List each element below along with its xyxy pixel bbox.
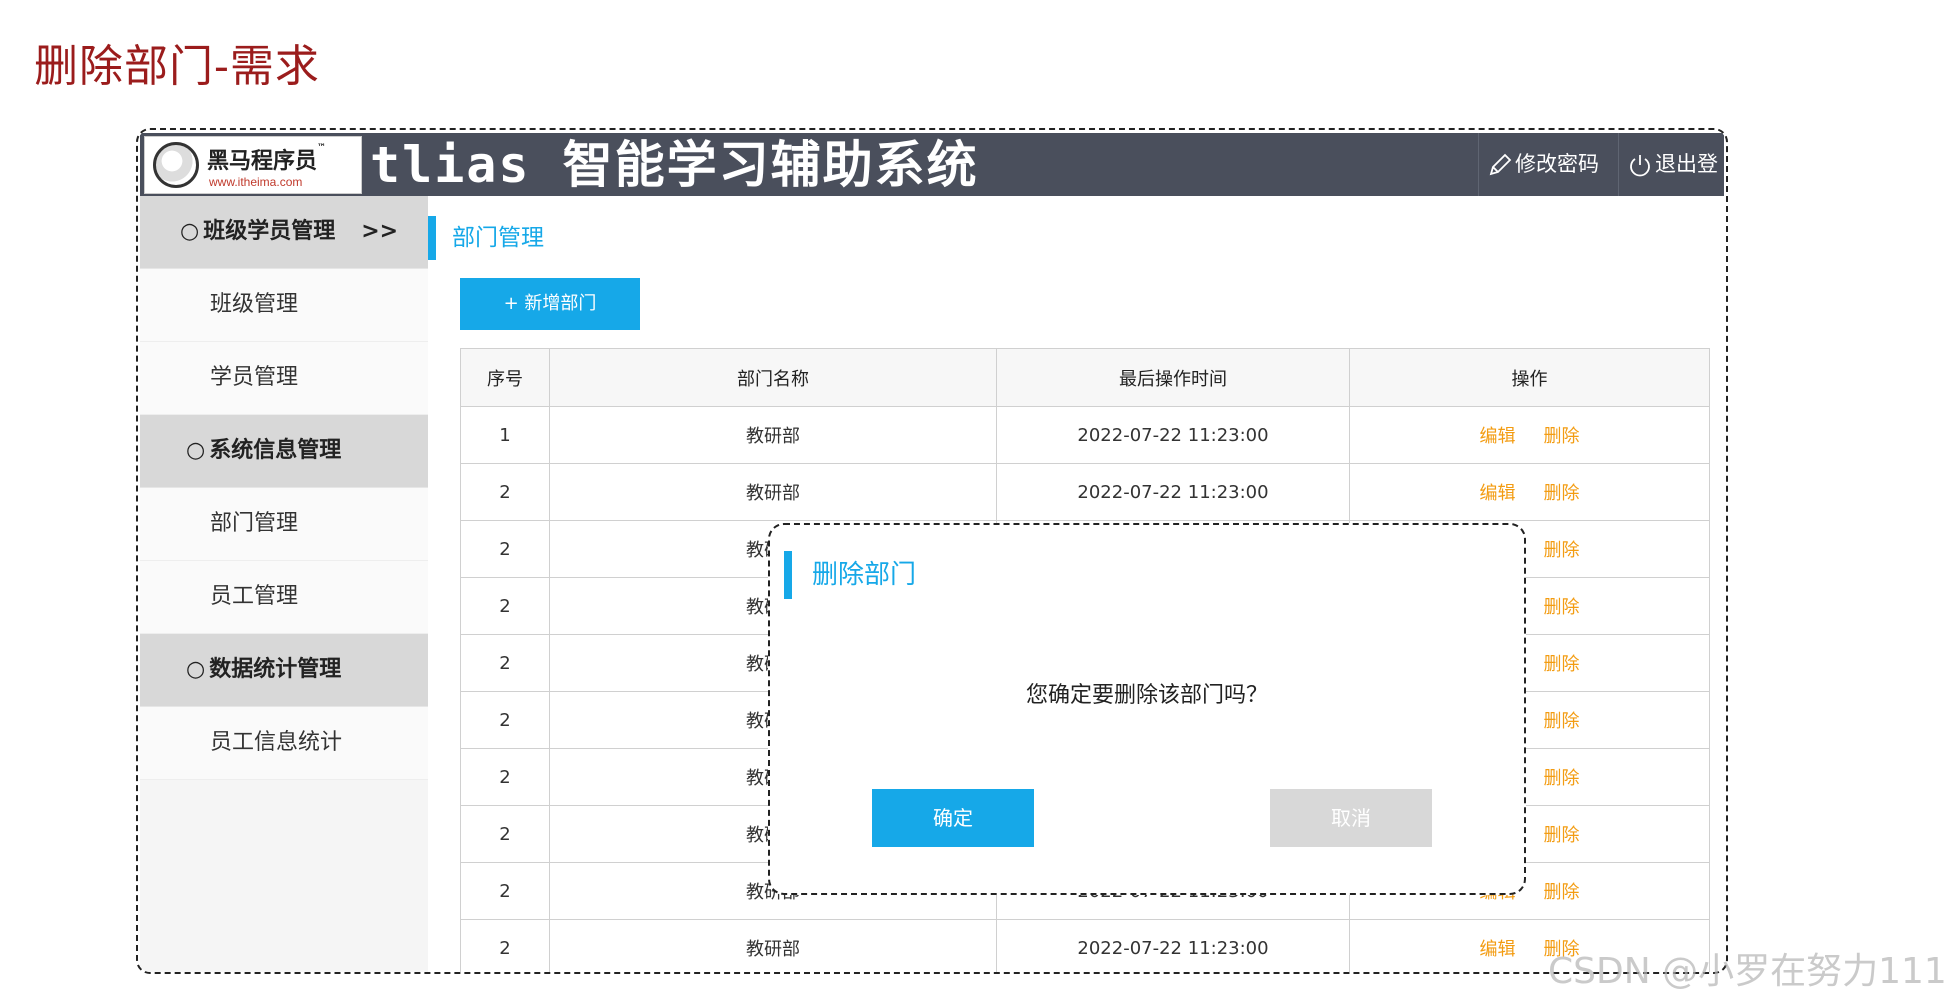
sidebar-group-system-info[interactable]: ○ 系统信息管理 <box>140 415 428 488</box>
column-header-no: 序号 <box>460 348 550 407</box>
expand-arrow-icon: >> <box>361 219 399 244</box>
dialog-message: 您确定要删除该部门吗？ <box>1025 683 1268 708</box>
logo-text: 黑马程序员™ <box>207 143 327 174</box>
delete-link[interactable]: 删除 <box>1544 711 1580 732</box>
bullet-icon: ○ <box>180 219 200 244</box>
cell-time: 2022-07-22 11:23:00 <box>996 463 1350 521</box>
delete-link[interactable]: 删除 <box>1544 540 1580 561</box>
edit-link[interactable]: 编辑 <box>1480 939 1516 960</box>
cell-name: 教研部 <box>549 919 997 972</box>
delete-link[interactable]: 删除 <box>1544 597 1580 618</box>
column-header-actions: 操作 <box>1349 348 1710 407</box>
cell-name: 教研部 <box>549 406 997 464</box>
pencil-icon <box>1489 153 1512 176</box>
app-window: 黑马程序员™ www.itheima.com tlias 智能学习辅助系统 修改… <box>136 128 1728 974</box>
cell-no: 2 <box>460 634 550 692</box>
cell-no: 2 <box>460 862 550 920</box>
logo-url: www.itheima.com <box>209 175 303 189</box>
delete-link[interactable]: 删除 <box>1544 654 1580 675</box>
confirm-button[interactable]: 确定 <box>872 789 1034 847</box>
change-password-label: 修改密码 <box>1515 152 1599 176</box>
cell-no: 2 <box>460 691 550 749</box>
dialog-title: 删除部门 <box>784 551 916 599</box>
sidebar-group-label: 系统信息管理 <box>209 438 342 463</box>
edit-link[interactable]: 编辑 <box>1480 483 1516 504</box>
delete-link[interactable]: 删除 <box>1544 882 1580 903</box>
sidebar-group-label: 班级学员管理 <box>203 219 336 244</box>
delete-link[interactable]: 删除 <box>1544 426 1580 447</box>
cell-no: 1 <box>460 406 550 464</box>
app-title: tlias 智能学习辅助系统 <box>370 136 979 194</box>
cell-actions: 编辑 删除 <box>1349 406 1710 464</box>
sidebar-item-employee-stats[interactable]: 员工信息统计 <box>140 707 428 780</box>
top-header: 黑马程序员™ www.itheima.com tlias 智能学习辅助系统 修改… <box>140 133 1724 239</box>
cell-time: 2022-07-22 11:23:00 <box>996 406 1350 464</box>
cell-name: 教研部 <box>549 463 997 521</box>
table-row: 2教研部2022-07-22 11:23:00编辑删除 <box>460 919 1710 972</box>
sidebar: ○ 班级学员管理 >> 班级管理 学员管理 ○ 系统信息管理 部门管理 员工管理 ○ 数… <box>140 196 428 972</box>
table-header-row: 序号 部门名称 最后操作时间 操作 <box>460 348 1710 407</box>
add-department-button[interactable]: + 新增部门 <box>460 278 640 330</box>
delete-link[interactable]: 删除 <box>1544 825 1580 846</box>
bullet-icon: ○ <box>186 438 206 463</box>
change-password-button[interactable]: 修改密码 <box>1478 133 1618 196</box>
cell-no: 2 <box>460 520 550 578</box>
sidebar-item-class[interactable]: 班级管理 <box>140 269 428 342</box>
cell-no: 2 <box>460 463 550 521</box>
cell-actions: 编辑 删除 <box>1349 463 1710 521</box>
sidebar-item-department[interactable]: 部门管理 <box>140 488 428 561</box>
power-icon <box>1630 155 1650 177</box>
cell-no: 2 <box>460 577 550 635</box>
logo: 黑马程序员™ www.itheima.com <box>144 136 362 194</box>
table-row: 2教研部2022-07-22 11:23:00 编辑 删除 <box>460 463 1710 521</box>
column-header-time: 最后操作时间 <box>996 348 1350 407</box>
sidebar-group-statistics[interactable]: ○ 数据统计管理 <box>140 634 428 707</box>
cell-time: 2022-07-22 11:23:00 <box>996 919 1350 972</box>
watermark: CSDN @小罗在努力111 <box>1548 951 1947 992</box>
cell-no: 2 <box>460 919 550 972</box>
sidebar-item-student[interactable]: 学员管理 <box>140 342 428 415</box>
slide-title: 删除部门-需求 <box>34 41 320 92</box>
edit-link[interactable]: 编辑 <box>1480 426 1516 447</box>
delete-link[interactable]: 删除 <box>1544 768 1580 789</box>
bullet-icon: ○ <box>186 657 206 682</box>
sidebar-group-label: 数据统计管理 <box>209 657 342 682</box>
cell-no: 2 <box>460 805 550 863</box>
delete-link[interactable]: 删除 <box>1544 483 1580 504</box>
column-header-name: 部门名称 <box>549 348 997 407</box>
cancel-button[interactable]: 取消 <box>1270 789 1432 847</box>
table-row: 1 教研部 2022-07-22 11:23:00 编辑 删除 <box>460 406 1710 464</box>
section-title: 部门管理 <box>428 216 544 260</box>
logo-emblem-icon <box>153 142 199 188</box>
delete-confirm-dialog: 删除部门 您确定要删除该部门吗？ 确定 取消 <box>768 523 1526 895</box>
cell-no: 2 <box>460 748 550 806</box>
sidebar-item-employee[interactable]: 员工管理 <box>140 561 428 634</box>
sidebar-group-class-student[interactable]: ○ 班级学员管理 >> <box>140 196 428 269</box>
logout-button[interactable]: 退出登录 <box>1618 133 1724 239</box>
